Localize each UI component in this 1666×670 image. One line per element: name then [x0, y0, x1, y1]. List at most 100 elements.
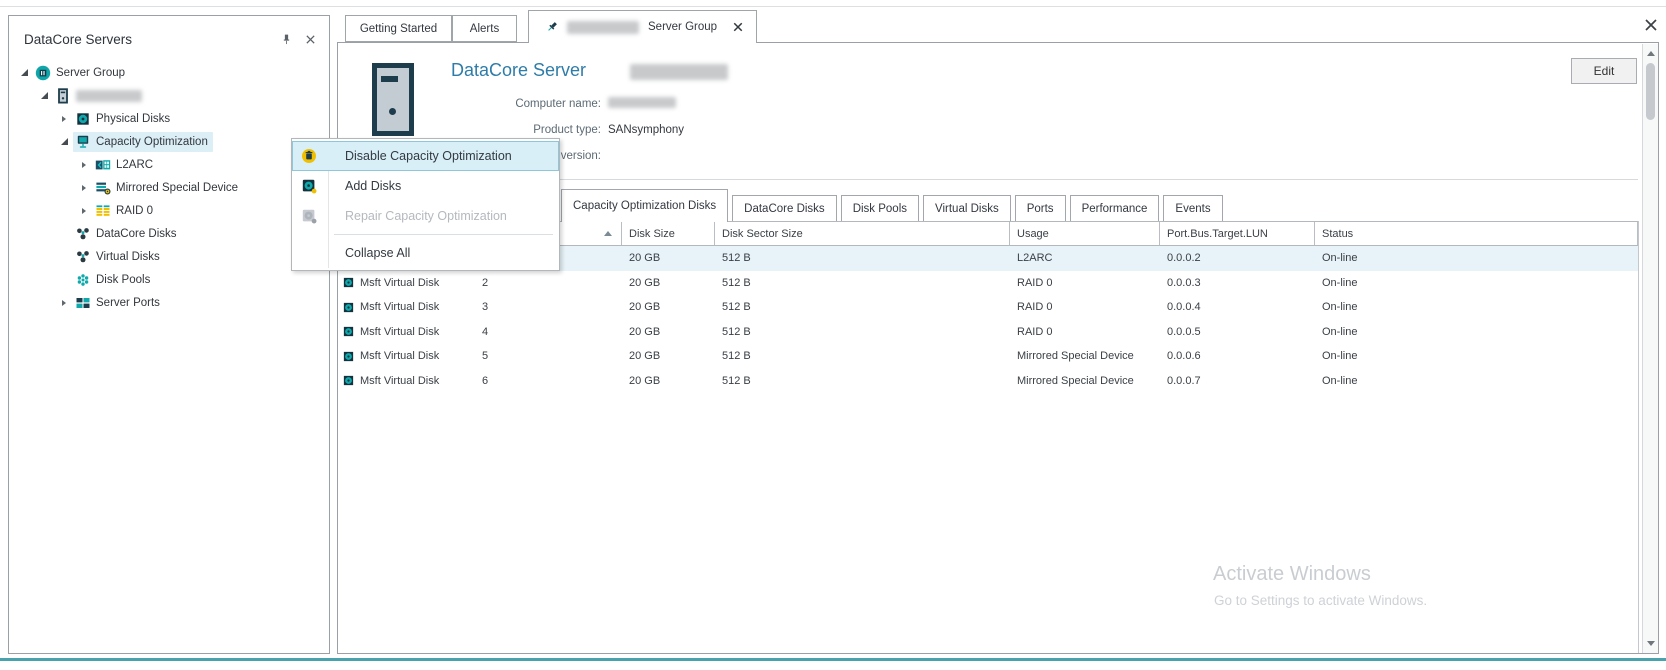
tree-expander-icon[interactable]	[37, 89, 51, 103]
tab-server-group[interactable]: Server Group	[528, 10, 757, 43]
cell-disk-size: 20 GB	[622, 320, 715, 345]
menu-item-collapse-all[interactable]: Collapse All	[292, 238, 559, 268]
column-header[interactable]: Status	[1315, 222, 1638, 245]
mirrored-special-device-icon	[95, 180, 111, 196]
activate-windows-subtext: Go to Settings to activate Windows.	[1214, 593, 1427, 608]
cell-name: Msft Virtual Disk 6	[339, 369, 622, 394]
content-tab-datacore-disks[interactable]: DataCore Disks	[732, 195, 837, 221]
scroll-down-icon[interactable]	[1647, 641, 1655, 646]
pin-icon[interactable]	[280, 33, 293, 46]
tree-expander-icon[interactable]	[57, 296, 71, 310]
l2arc-icon	[95, 157, 111, 173]
cell-name: Msft Virtual Disk 4	[339, 320, 622, 345]
cell-disk-size: 20 GB	[622, 344, 715, 369]
content-tab-label: Virtual Disks	[935, 203, 999, 215]
disable-capacity-icon	[301, 148, 317, 164]
table-row[interactable]: Msft Virtual Disk 4 20 GB 512 B RAID 0 0…	[339, 320, 1638, 345]
scrollbar-thumb[interactable]	[1646, 63, 1655, 120]
content-tab-label: Ports	[1027, 203, 1054, 215]
cell-sector-size: 512 B	[715, 295, 1010, 320]
content-tab-disk-pools[interactable]: Disk Pools	[841, 195, 919, 221]
table-row[interactable]: Msft Virtual Disk 3 20 GB 512 B RAID 0 0…	[339, 295, 1638, 320]
tree-expander-icon[interactable]	[77, 181, 91, 195]
cell-usage: Mirrored Special Device	[1010, 344, 1160, 369]
content-tab-events[interactable]: Events	[1163, 195, 1222, 221]
tree-item[interactable]: RAID 0	[9, 199, 329, 222]
scroll-up-icon[interactable]	[1647, 51, 1655, 56]
column-header[interactable]: Port.Bus.Target.LUN	[1160, 222, 1315, 245]
raid0-icon	[95, 203, 111, 219]
tree-item[interactable]: Server Ports	[9, 291, 329, 314]
close-document-area-icon[interactable]	[1643, 17, 1659, 33]
tree-expander-icon[interactable]	[57, 273, 71, 287]
cell-name: Msft Virtual Disk 3	[339, 295, 622, 320]
tree-item[interactable]: L2ARC	[9, 153, 329, 176]
tab-getting-started[interactable]: Getting Started	[345, 15, 452, 42]
content-tab-label: Performance	[1082, 203, 1148, 215]
table-row[interactable]: Msft Virtual Disk 5 20 GB 512 B Mirrored…	[339, 344, 1638, 369]
cell-sector-size: 512 B	[715, 344, 1010, 369]
cell-sector-size: 512 B	[715, 320, 1010, 345]
cell-disk-size: 20 GB	[622, 369, 715, 394]
menu-separator	[334, 234, 553, 235]
table-row[interactable]: Msft Virtual Disk 2 20 GB 512 B RAID 0 0…	[339, 271, 1638, 296]
tree-expander-icon[interactable]	[77, 204, 91, 218]
tree-expander-icon[interactable]	[57, 112, 71, 126]
menu-item-add-disks[interactable]: Add Disks	[292, 171, 559, 201]
tab-label: Getting Started	[360, 23, 437, 35]
window-top-border	[0, 6, 1666, 7]
cell-name: Msft Virtual Disk 2	[339, 271, 622, 296]
tree-expander-icon[interactable]	[57, 135, 71, 149]
tree-item[interactable]: DataCore Disks	[9, 222, 329, 245]
blurred-server-name	[630, 64, 728, 80]
tree-item[interactable]: Disk Pools	[9, 268, 329, 291]
table-row[interactable]: Msft Virtual Disk 6 20 GB 512 B Mirrored…	[339, 369, 1638, 394]
content-tab-performance[interactable]: Performance	[1070, 195, 1160, 221]
tree-expander-icon[interactable]	[77, 158, 91, 172]
server-tree: Server Group Physical Disks Capacity Opt…	[9, 55, 329, 314]
content-tab-strip: Capacity Optimization Disks DataCore Dis…	[561, 195, 1223, 222]
tree-item[interactable]: Physical Disks	[9, 107, 329, 130]
repair-capacity-icon	[301, 208, 317, 224]
menu-item-disable-capacity-optimization[interactable]: Disable Capacity Optimization	[292, 141, 559, 171]
content-tab-capacity-optimization-disks[interactable]: Capacity Optimization Disks	[561, 189, 728, 222]
tree-item[interactable]	[9, 84, 329, 107]
server-ports-icon	[75, 295, 91, 311]
close-panel-icon[interactable]	[304, 33, 317, 46]
tab-label: Server Group	[648, 21, 717, 33]
column-header[interactable]: Disk Sector Size	[715, 222, 1010, 245]
cell-usage: RAID 0	[1010, 295, 1160, 320]
menu-item-repair-capacity-optimization[interactable]: Repair Capacity Optimization	[292, 201, 559, 231]
cell-sector-size: 512 B	[715, 271, 1010, 296]
cell-port-bus-target-lun: 0.0.0.5	[1160, 320, 1315, 345]
tab-label: Alerts	[470, 23, 499, 35]
tree-expander-icon[interactable]	[17, 66, 31, 80]
column-header[interactable]: Usage	[1010, 222, 1160, 245]
context-menu: Disable Capacity Optimization Add Disks …	[291, 138, 560, 271]
disk-icon	[342, 276, 355, 289]
vertical-scrollbar[interactable]	[1642, 44, 1658, 653]
disk-icon	[342, 325, 355, 338]
tree-expander-icon[interactable]	[57, 250, 71, 264]
capacity-optimization-icon	[75, 134, 91, 150]
panel-header: DataCore Servers	[9, 16, 329, 55]
pushpin-icon[interactable]	[545, 20, 559, 34]
column-header[interactable]: Disk Size	[622, 222, 715, 245]
cell-sector-size: 512 B	[715, 369, 1010, 394]
content-tab-ports[interactable]: Ports	[1015, 195, 1066, 221]
tree-item[interactable]: Virtual Disks	[9, 245, 329, 268]
tree-item[interactable]: Server Group	[9, 61, 329, 84]
tree-expander-icon[interactable]	[57, 227, 71, 241]
blurred-server-name	[76, 90, 142, 102]
tree-item[interactable]: Capacity Optimization	[9, 130, 329, 153]
edit-button[interactable]: Edit	[1571, 58, 1637, 84]
cell-port-bus-target-lun: 0.0.0.7	[1160, 369, 1315, 394]
disk-icon	[342, 374, 355, 387]
cell-sector-size: 512 B	[715, 246, 1010, 271]
tab-alerts[interactable]: Alerts	[452, 15, 517, 42]
close-tab-icon[interactable]	[732, 21, 756, 33]
server-icon	[55, 88, 71, 104]
tree-item[interactable]: Mirrored Special Device	[9, 176, 329, 199]
add-disks-icon	[301, 178, 317, 194]
content-tab-virtual-disks[interactable]: Virtual Disks	[923, 195, 1011, 221]
